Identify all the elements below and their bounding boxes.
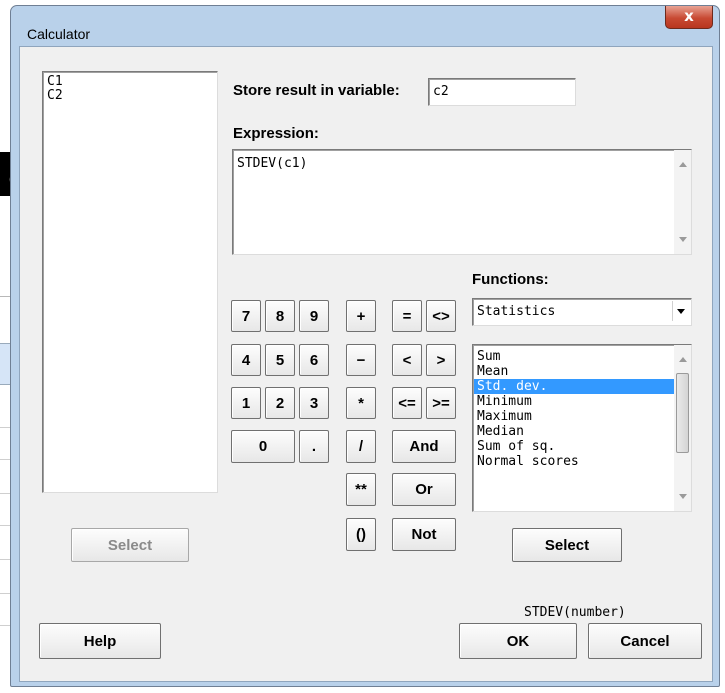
key-greater-equal[interactable]: >=	[426, 387, 456, 419]
window-title: Calculator	[27, 26, 91, 42]
key-decimal[interactable]: .	[299, 430, 329, 463]
title-bar[interactable]: Calculator x	[11, 6, 719, 46]
key-divide[interactable]: /	[346, 430, 376, 463]
dialog-body: C1 C2 Select Store result in variable: c…	[19, 46, 713, 682]
scroll-up-arrow-icon[interactable]	[679, 162, 687, 167]
functions-category-select[interactable]: Statistics	[472, 298, 692, 326]
expression-input[interactable]: STDEV(c1)	[232, 149, 692, 255]
function-item-minimum[interactable]: Minimum	[474, 394, 676, 409]
variable-select-button[interactable]: Select	[71, 528, 189, 562]
key-not[interactable]: Not	[392, 518, 456, 551]
expression-value: STDEV(c1)	[237, 156, 308, 171]
key-0[interactable]: 0	[231, 430, 295, 463]
calculator-dialog: Calculator x C1 C2 Select Store result i…	[10, 5, 720, 687]
function-item-mean[interactable]: Mean	[474, 364, 676, 379]
functions-scrollbar[interactable]	[674, 345, 691, 511]
key-parentheses[interactable]: ()	[346, 518, 376, 551]
close-icon: x	[684, 7, 694, 25]
help-button[interactable]: Help	[39, 623, 161, 659]
scroll-down-arrow-icon[interactable]	[679, 494, 687, 499]
key-9[interactable]: 9	[299, 300, 329, 332]
key-7[interactable]: 7	[231, 300, 261, 332]
close-button[interactable]: x	[665, 6, 713, 29]
key-and[interactable]: And	[392, 430, 456, 463]
key-less-equal[interactable]: <=	[392, 387, 422, 419]
key-2[interactable]: 2	[265, 387, 295, 419]
key-or[interactable]: Or	[392, 473, 456, 506]
key-4[interactable]: 4	[231, 344, 261, 376]
expression-scrollbar[interactable]	[674, 150, 691, 254]
function-item-std-dev[interactable]: Std. dev.	[474, 379, 676, 394]
key-power[interactable]: **	[346, 473, 376, 506]
key-plus[interactable]: +	[346, 300, 376, 332]
function-item-normal-scores[interactable]: Normal scores	[474, 454, 676, 469]
key-greater-than[interactable]: >	[426, 344, 456, 376]
variable-item-c2[interactable]: C2	[47, 89, 63, 103]
store-result-input[interactable]: c2	[428, 78, 576, 106]
function-item-maximum[interactable]: Maximum	[474, 409, 676, 424]
key-minus[interactable]: −	[346, 344, 376, 376]
expression-label: Expression:	[233, 125, 319, 142]
key-equals[interactable]: =	[392, 300, 422, 332]
store-result-value: c2	[433, 84, 449, 99]
key-less-than[interactable]: <	[392, 344, 422, 376]
dropdown-arrow-icon[interactable]	[672, 301, 689, 321]
variable-item-c1[interactable]: C1	[47, 75, 63, 89]
variable-list[interactable]: C1 C2	[42, 71, 218, 493]
functions-list[interactable]: Sum Mean Std. dev. Minimum Maximum Media…	[472, 344, 692, 512]
scroll-down-arrow-icon[interactable]	[679, 237, 687, 242]
key-not-equal[interactable]: <>	[426, 300, 456, 332]
store-result-label: Store result in variable:	[233, 82, 400, 99]
key-multiply[interactable]: *	[346, 387, 376, 419]
key-1[interactable]: 1	[231, 387, 261, 419]
scroll-up-arrow-icon[interactable]	[679, 357, 687, 362]
function-item-sum[interactable]: Sum	[474, 349, 676, 364]
key-5[interactable]: 5	[265, 344, 295, 376]
functions-label: Functions:	[472, 271, 549, 288]
key-3[interactable]: 3	[299, 387, 329, 419]
function-item-median[interactable]: Median	[474, 424, 676, 439]
cancel-button[interactable]: Cancel	[588, 623, 702, 659]
scrollbar-thumb[interactable]	[676, 373, 689, 453]
key-6[interactable]: 6	[299, 344, 329, 376]
key-8[interactable]: 8	[265, 300, 295, 332]
function-select-button[interactable]: Select	[512, 528, 622, 562]
function-syntax-text: STDEV(number)	[524, 605, 626, 620]
function-item-sum-of-sq[interactable]: Sum of sq.	[474, 439, 676, 454]
functions-category-value: Statistics	[477, 304, 556, 319]
ok-button[interactable]: OK	[459, 623, 577, 659]
